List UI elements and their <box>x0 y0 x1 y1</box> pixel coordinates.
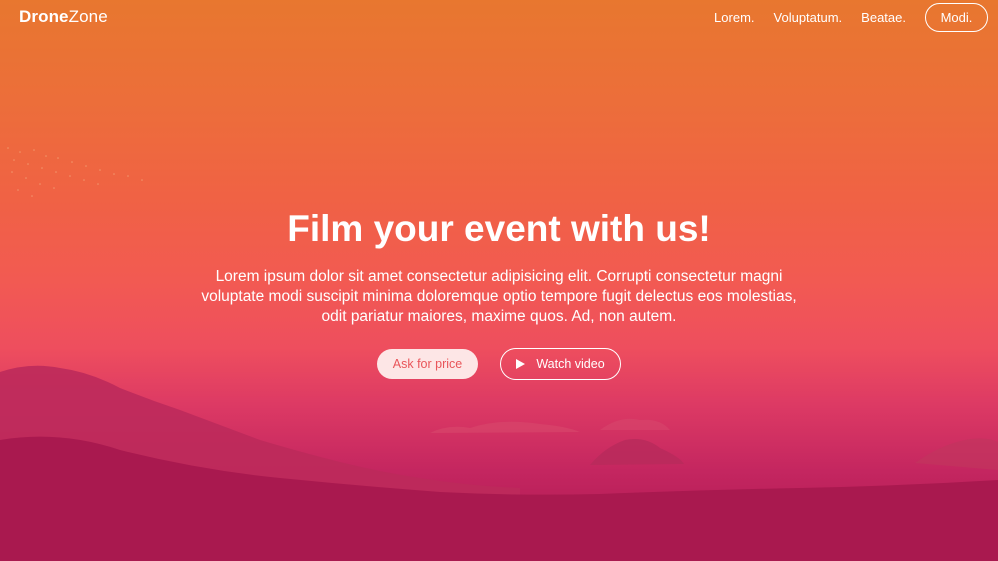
nav-link-voluptatum[interactable]: Voluptatum. <box>774 10 843 25</box>
hero-section: DroneZone Lorem. Voluptatum. Beatae. Mod… <box>0 0 998 561</box>
nav-cta-button[interactable]: Modi. <box>925 2 988 32</box>
hero-buttons: Ask for price Watch video <box>0 348 998 380</box>
ask-for-price-button[interactable]: Ask for price <box>377 349 478 379</box>
navbar: DroneZone Lorem. Voluptatum. Beatae. Mod… <box>0 0 998 34</box>
nav-links: Lorem. Voluptatum. Beatae. Modi. <box>714 2 988 32</box>
nav-link-lorem[interactable]: Lorem. <box>714 10 754 25</box>
play-icon <box>516 359 526 369</box>
hero-description: Lorem ipsum dolor sit amet consectetur a… <box>201 268 797 325</box>
nav-link-beatae[interactable]: Beatae. <box>861 10 906 25</box>
hero-content: Film your event with us! Lorem ipsum dol… <box>0 206 998 380</box>
brand-logo-regular: Zone <box>68 7 108 26</box>
brand-logo-bold: Drone <box>19 7 69 26</box>
brand-logo[interactable]: DroneZone <box>19 7 108 27</box>
watch-video-label: Watch video <box>536 357 605 371</box>
watch-video-button[interactable]: Watch video <box>500 348 621 380</box>
hero-title: Film your event with us! <box>287 208 711 249</box>
